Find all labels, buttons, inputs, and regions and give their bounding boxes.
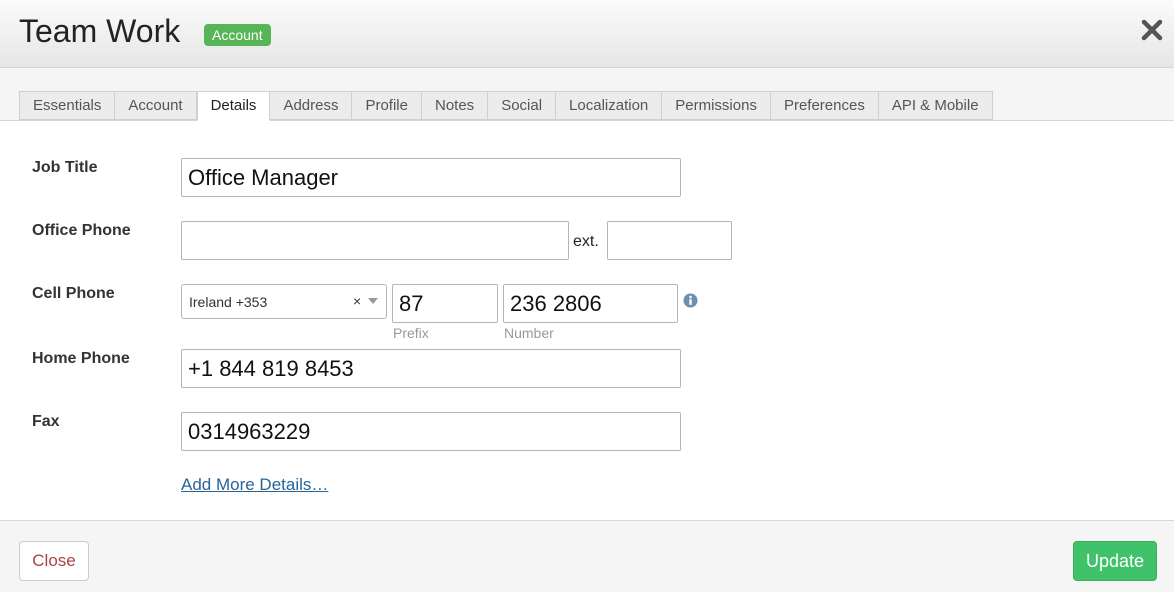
- add-more-details-link[interactable]: Add More Details…: [181, 475, 328, 495]
- tab-localization[interactable]: Localization: [556, 91, 663, 120]
- dialog-title: Team Work: [19, 13, 181, 49]
- cell-number-input[interactable]: [503, 284, 678, 323]
- clear-icon[interactable]: ×: [353, 293, 361, 309]
- home-phone-input[interactable]: [181, 349, 681, 388]
- info-icon[interactable]: [683, 293, 698, 308]
- tab-address[interactable]: Address: [270, 91, 353, 120]
- tab-preferences[interactable]: Preferences: [770, 91, 879, 120]
- tab-api-mobile[interactable]: API & Mobile: [878, 91, 993, 120]
- job-title-label: Job Title: [32, 159, 98, 176]
- tabs: Essentials Account Details Address Profi…: [19, 91, 993, 121]
- update-button[interactable]: Update: [1073, 541, 1157, 581]
- office-phone-ext-input[interactable]: [607, 221, 732, 260]
- tab-bar: Essentials Account Details Address Profi…: [0, 68, 1174, 121]
- country-code-value: Ireland +353: [189, 294, 268, 310]
- number-hint: Number: [504, 325, 554, 341]
- chevron-down-icon: [368, 298, 378, 304]
- office-phone-input[interactable]: [181, 221, 569, 260]
- tab-permissions[interactable]: Permissions: [662, 91, 771, 120]
- tab-details[interactable]: Details: [196, 91, 271, 121]
- tab-profile[interactable]: Profile: [352, 91, 422, 120]
- account-badge: Account: [204, 24, 271, 46]
- office-phone-label: Office Phone: [32, 222, 131, 239]
- close-button[interactable]: Close: [19, 541, 89, 581]
- job-title-input[interactable]: [181, 158, 681, 197]
- home-phone-label: Home Phone: [32, 350, 130, 367]
- fax-input[interactable]: [181, 412, 681, 451]
- cell-phone-label: Cell Phone: [32, 285, 115, 302]
- fax-label: Fax: [32, 413, 60, 430]
- tab-essentials[interactable]: Essentials: [19, 91, 116, 120]
- country-code-select[interactable]: Ireland +353 ×: [181, 284, 387, 319]
- close-icon[interactable]: [1140, 16, 1164, 44]
- dialog-header: Team Work Account: [0, 0, 1174, 68]
- dialog-footer: Close Update: [0, 520, 1174, 592]
- tab-social[interactable]: Social: [488, 91, 557, 120]
- ext-label: ext.: [573, 233, 599, 250]
- tab-account[interactable]: Account: [115, 91, 197, 120]
- prefix-hint: Prefix: [393, 325, 429, 341]
- cell-prefix-input[interactable]: [392, 284, 498, 323]
- tab-notes[interactable]: Notes: [422, 91, 489, 120]
